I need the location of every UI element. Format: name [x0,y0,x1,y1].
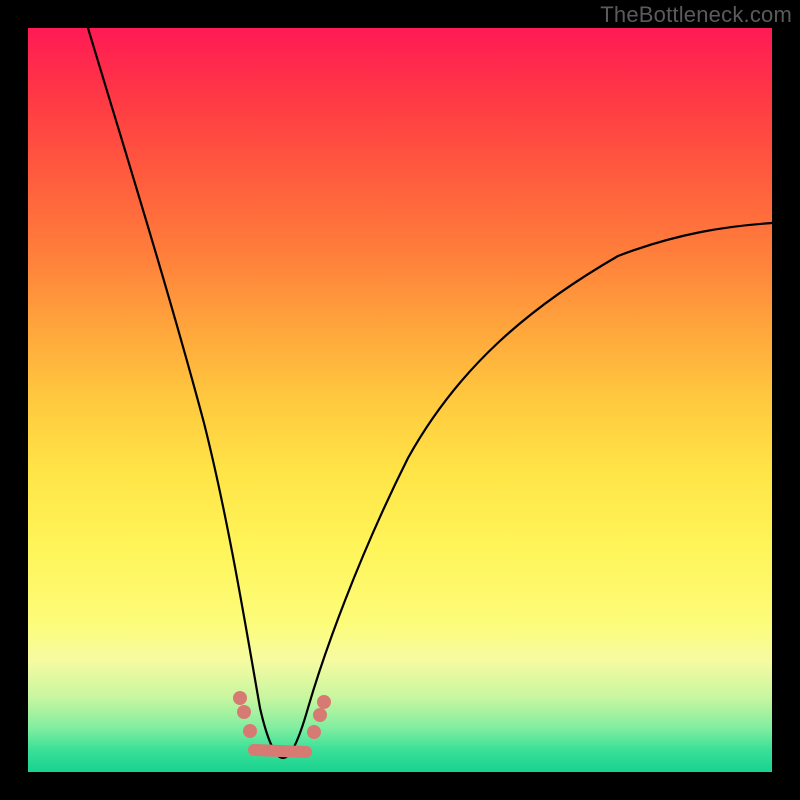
dip-curve-path [88,28,772,758]
watermark-text: TheBottleneck.com [600,2,792,28]
curve-layer [28,28,772,772]
chart-frame: TheBottleneck.com [0,0,800,800]
plot-area [28,28,772,772]
trough-markers [233,691,331,739]
trough-segment [254,750,306,752]
